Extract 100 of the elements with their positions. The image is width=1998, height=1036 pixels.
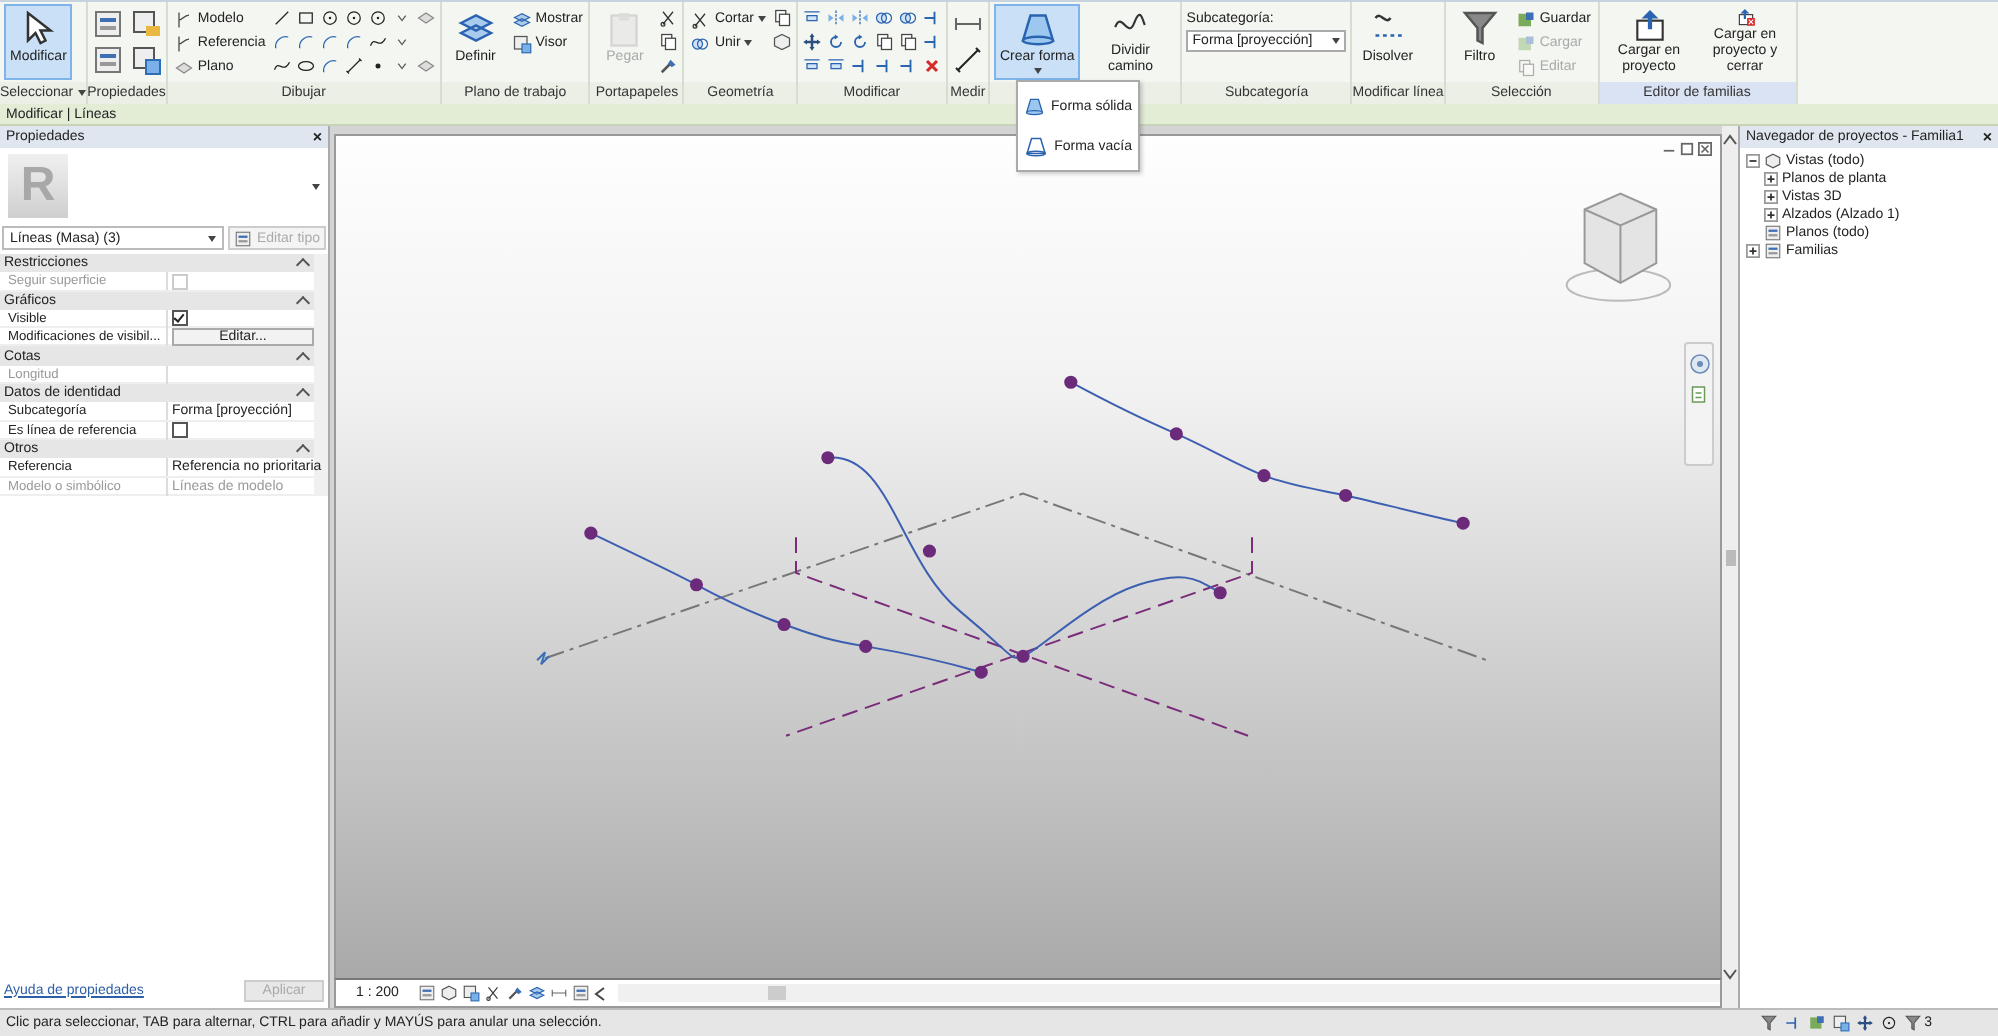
curve-point[interactable] — [1213, 586, 1227, 600]
work-plane-marker-icon — [536, 651, 551, 666]
curve-point[interactable] — [1064, 375, 1078, 389]
copy-icon[interactable] — [873, 32, 894, 52]
tiles-icon[interactable] — [1832, 1014, 1851, 1032]
scroll-up-icon[interactable] — [1722, 134, 1738, 146]
brush-icon[interactable] — [506, 984, 525, 1002]
horizontal-scrollbar[interactable] — [618, 984, 1720, 1002]
copy-icon[interactable] — [771, 8, 792, 28]
scissors-icon — [690, 9, 711, 29]
curve-point[interactable] — [859, 639, 873, 653]
curve-point[interactable] — [922, 544, 936, 558]
scissors-icon[interactable] — [484, 984, 503, 1002]
caret-icon — [208, 235, 217, 241]
spline-icon[interactable] — [271, 56, 292, 76]
curve-point[interactable] — [821, 451, 835, 465]
ellipse-icon[interactable] — [295, 56, 316, 76]
expand-toggle[interactable] — [1746, 244, 1760, 258]
cone-outline-icon — [1024, 132, 1049, 160]
checkbox[interactable] — [172, 310, 188, 327]
brush-icon[interactable] — [658, 56, 679, 76]
curve-point[interactable] — [1169, 427, 1183, 441]
curve-point[interactable] — [777, 617, 791, 632]
scrollbar-thumb[interactable] — [1725, 549, 1735, 565]
tiles-icon[interactable] — [462, 984, 481, 1002]
rotate-icon[interactable] — [825, 32, 846, 52]
window-icon[interactable] — [91, 44, 124, 76]
close-icon[interactable] — [1698, 142, 1712, 156]
curve-point[interactable] — [689, 578, 703, 592]
filter-icon[interactable] — [1760, 1014, 1779, 1032]
work-plane-icon[interactable] — [528, 984, 547, 1002]
filter-icon — [1459, 8, 1500, 48]
circle-icon[interactable] — [343, 8, 364, 28]
arc-icon[interactable] — [319, 56, 340, 76]
zoom-icon[interactable] — [1687, 384, 1711, 408]
window-icon — [234, 229, 253, 247]
delete-icon[interactable] — [921, 56, 942, 76]
curve-point[interactable] — [1339, 488, 1353, 502]
tiles-icon[interactable] — [129, 44, 162, 76]
plane-icon — [173, 57, 194, 77]
folder-icon[interactable] — [129, 8, 162, 40]
copy-icon — [1515, 57, 1536, 77]
curve-point[interactable] — [1016, 649, 1030, 663]
cone-icon — [1017, 8, 1058, 48]
join-icon[interactable] — [873, 8, 894, 28]
dimension-icon[interactable] — [550, 984, 569, 1002]
work-plane-icon — [455, 8, 496, 48]
caret-icon — [312, 183, 320, 189]
close-button[interactable]: × — [1982, 128, 1992, 146]
curve-point[interactable] — [584, 526, 598, 540]
tiles-icon — [511, 33, 532, 53]
window-icon[interactable] — [418, 984, 437, 1002]
curve-tool-icon — [173, 9, 194, 29]
save-icon[interactable] — [1808, 1014, 1827, 1032]
filter-icon[interactable] — [1904, 1014, 1923, 1032]
expand-toggle[interactable] — [1764, 208, 1778, 222]
arc-icon[interactable] — [319, 32, 340, 52]
measure-icon[interactable] — [343, 56, 364, 76]
viewcube-drawing[interactable] — [1565, 192, 1672, 302]
line-icon[interactable] — [271, 8, 292, 28]
save-icon — [1515, 33, 1536, 53]
arc-icon[interactable] — [295, 32, 316, 52]
circle-icon[interactable] — [319, 8, 340, 28]
window-icon — [1764, 224, 1782, 242]
curve-tool-icon — [173, 33, 194, 53]
save-icon — [1515, 9, 1536, 29]
checkbox[interactable] — [172, 422, 188, 439]
scroll-down-icon[interactable] — [1722, 968, 1738, 980]
circle-icon[interactable] — [367, 8, 388, 28]
join-icon[interactable] — [897, 8, 918, 28]
window-icon — [1764, 242, 1782, 260]
close-button[interactable]: × — [312, 128, 322, 146]
curve-point[interactable] — [974, 665, 988, 679]
window-icon[interactable] — [91, 8, 124, 40]
restore-icon[interactable] — [1680, 142, 1694, 156]
copy-icon[interactable] — [658, 32, 679, 52]
spline-icon[interactable] — [367, 32, 388, 52]
scissors-icon[interactable] — [658, 8, 679, 28]
work-plane-icon — [511, 9, 532, 29]
plane-icon[interactable] — [415, 56, 436, 76]
move-icon[interactable] — [1856, 1014, 1875, 1032]
type-preview: R — [8, 154, 68, 218]
move-icon[interactable] — [801, 32, 822, 52]
expand-toggle[interactable] — [1764, 190, 1778, 204]
arc-icon[interactable] — [271, 32, 292, 52]
plane-icon[interactable] — [415, 8, 436, 28]
steering-wheel-icon[interactable] — [1687, 352, 1711, 376]
navigation-bar[interactable] — [1684, 342, 1714, 466]
measure-icon[interactable] — [951, 44, 984, 76]
rotate-icon[interactable] — [849, 32, 870, 52]
curve-point[interactable] — [1257, 469, 1271, 483]
window-icon[interactable] — [572, 984, 591, 1002]
rectangle-icon[interactable] — [295, 8, 316, 28]
collapse-toggle[interactable] — [1746, 154, 1760, 168]
curve-point[interactable] — [1456, 516, 1470, 530]
copy-icon[interactable] — [897, 32, 918, 52]
arc-icon[interactable] — [343, 32, 364, 52]
expand-toggle[interactable] — [1764, 172, 1778, 186]
join-icon — [690, 33, 711, 53]
circle-icon[interactable] — [1880, 1014, 1899, 1032]
